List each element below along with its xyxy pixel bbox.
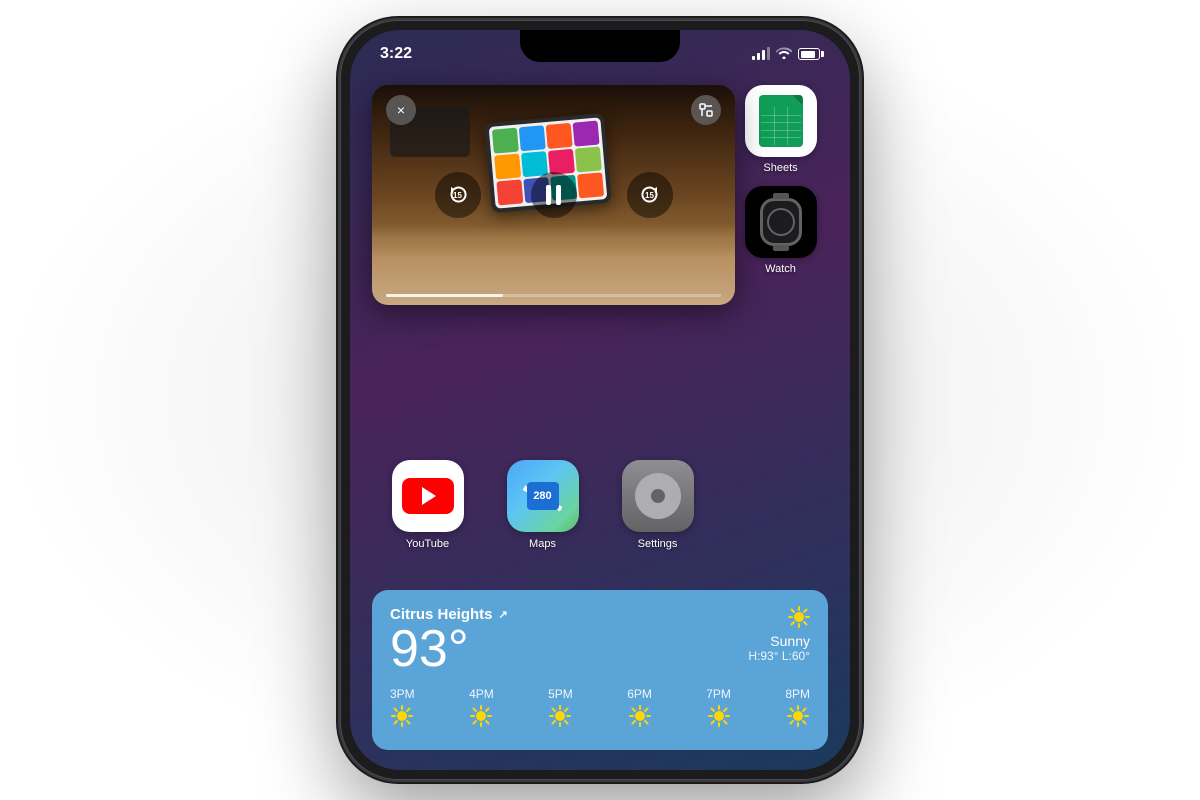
gear-icon xyxy=(635,473,681,519)
weather-hour-3: 5PM xyxy=(548,687,573,727)
pip-expand-button[interactable] xyxy=(691,95,721,125)
pip-forward-button[interactable]: 15 xyxy=(627,172,673,218)
app-grid: YouTube 280 Maps xyxy=(372,460,828,550)
pip-rewind-button[interactable]: 15 xyxy=(435,172,481,218)
maps-icon[interactable]: 280 xyxy=(507,460,579,532)
phone-screen: 3:22 xyxy=(350,30,850,770)
weather-hour-1-icon xyxy=(391,705,413,727)
weather-temperature: 93° xyxy=(390,623,508,675)
sheets-icon[interactable] xyxy=(745,85,817,157)
right-apps: Sheets Watch xyxy=(733,85,828,275)
youtube-icon[interactable] xyxy=(392,460,464,532)
pip-controls: 15 xyxy=(372,85,735,305)
sheets-label: Sheets xyxy=(763,162,797,174)
watch-label: Watch xyxy=(765,263,796,275)
pip-container: × xyxy=(372,85,735,305)
settings-icon[interactable] xyxy=(622,460,694,532)
youtube-label: YouTube xyxy=(406,538,449,550)
pip-close-button[interactable]: × xyxy=(386,95,416,125)
weather-widget[interactable]: Citrus Heights ↗ 93° xyxy=(372,590,828,750)
weather-condition: Sunny H:93° L:60° xyxy=(748,606,810,663)
pip-forward-label: 15 xyxy=(645,191,654,200)
weather-hi-lo: H:93° L:60° xyxy=(748,649,810,663)
weather-hour-6-icon xyxy=(787,705,809,727)
youtube-play-triangle xyxy=(422,487,436,505)
app-watch-item[interactable]: Watch xyxy=(733,186,828,275)
weather-hour-3-icon xyxy=(549,705,571,727)
scene: 3:22 xyxy=(0,0,1200,800)
weather-hour-1: 3PM xyxy=(390,687,415,727)
weather-header: Citrus Heights ↗ 93° xyxy=(390,606,810,677)
wifi-icon xyxy=(776,47,792,62)
maps-label: Maps xyxy=(529,538,556,550)
maps-shield: 280 xyxy=(527,482,559,510)
weather-hour-5: 7PM xyxy=(706,687,731,727)
pause-icon xyxy=(546,185,561,205)
weather-hour-2: 4PM xyxy=(469,687,494,727)
pip-rewind-label: 15 xyxy=(453,191,462,200)
status-icons xyxy=(752,47,820,62)
settings-label: Settings xyxy=(638,538,678,550)
weather-hour-5-icon xyxy=(708,705,730,727)
location-arrow-icon: ↗ xyxy=(499,608,508,621)
battery-icon xyxy=(798,48,820,60)
notch xyxy=(520,30,680,62)
signal-icon xyxy=(752,48,770,60)
weather-hour-2-icon xyxy=(470,705,492,727)
phone-frame: 3:22 xyxy=(340,20,860,780)
pip-progress-fill xyxy=(386,294,503,297)
weather-hourly: 3PM 4 xyxy=(390,687,810,727)
weather-hour-4: 6PM xyxy=(627,687,652,727)
weather-hour-4-icon xyxy=(629,705,651,727)
weather-hour-6: 8PM xyxy=(785,687,810,727)
app-youtube-item[interactable]: YouTube xyxy=(378,460,477,550)
watch-icon[interactable] xyxy=(745,186,817,258)
app-maps-item[interactable]: 280 Maps xyxy=(493,460,592,550)
pip-pause-button[interactable] xyxy=(531,172,577,218)
app-settings-item[interactable]: Settings xyxy=(608,460,707,550)
weather-condition-text: Sunny xyxy=(748,633,810,649)
app-sheets-item[interactable]: Sheets xyxy=(733,85,828,174)
weather-sun-large-icon xyxy=(788,606,810,628)
pip-progress-bar xyxy=(386,294,721,297)
